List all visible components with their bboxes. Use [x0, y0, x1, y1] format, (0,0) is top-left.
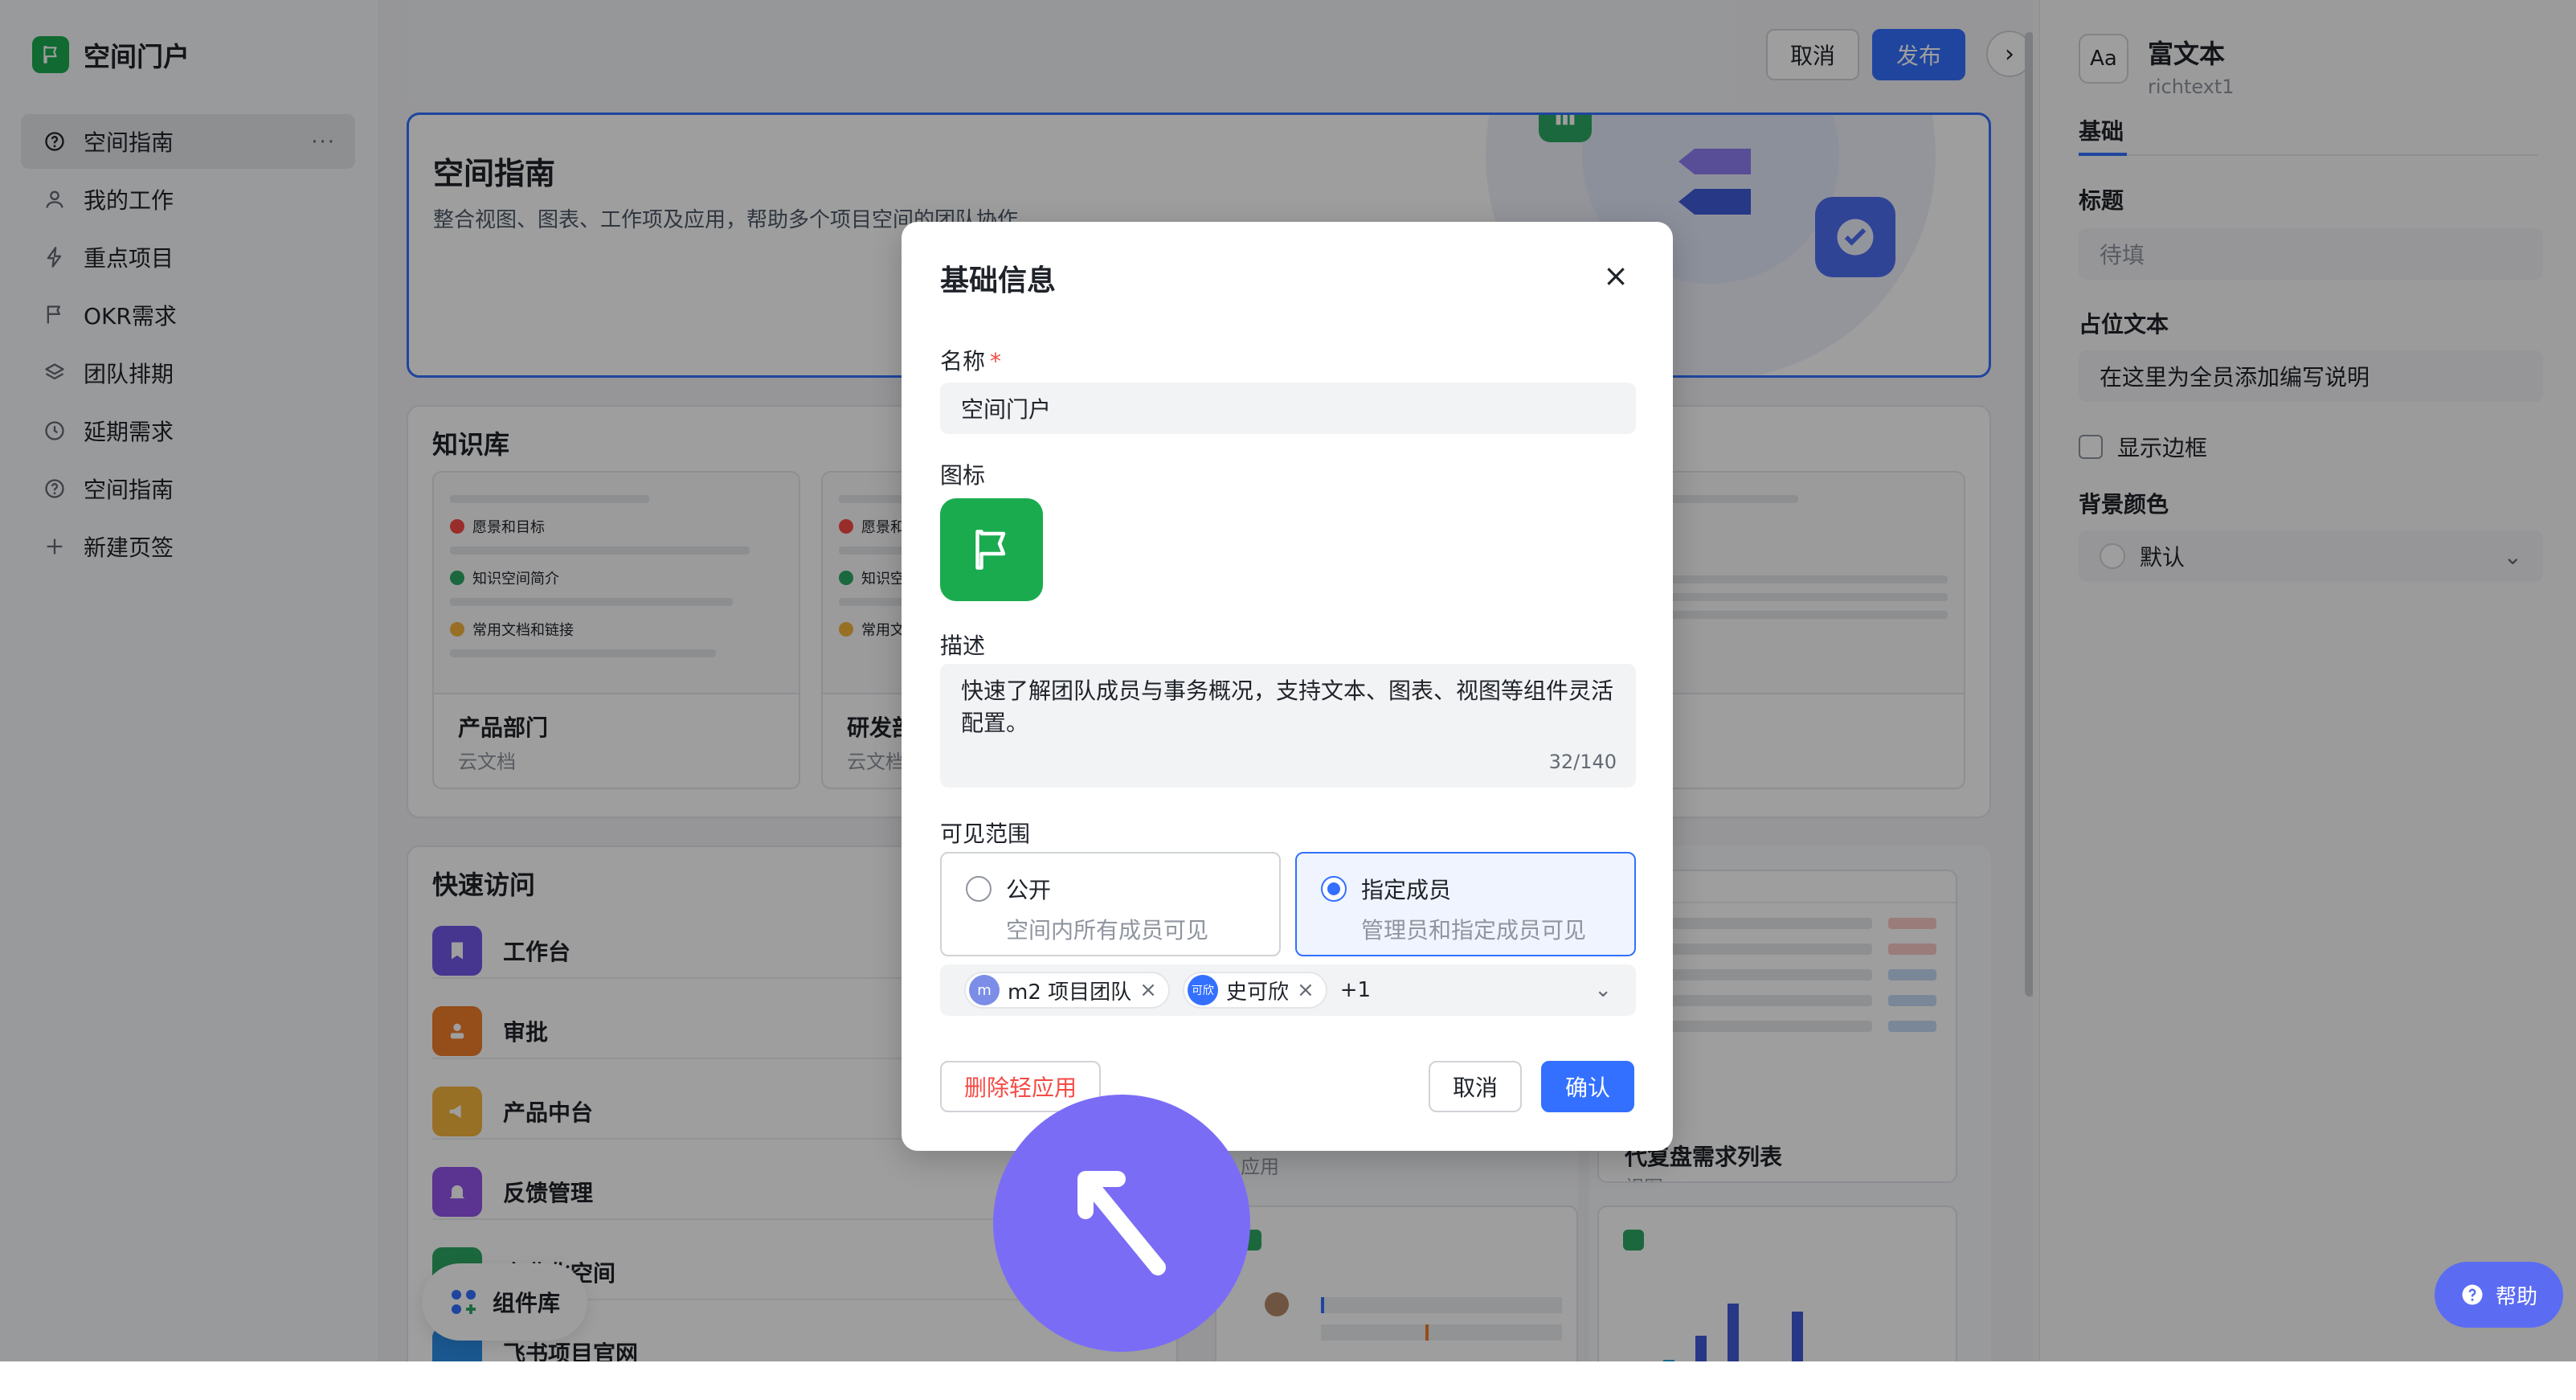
dialog-cancel-button[interactable]: 取消	[1428, 1061, 1522, 1112]
help-button[interactable]: 帮助	[2435, 1262, 2564, 1328]
members-subtitle: 管理员和指定成员可见	[1361, 917, 1587, 944]
description-label: 描述	[940, 632, 986, 659]
visibility-label: 可见范围	[940, 821, 1031, 847]
avatar: m	[969, 975, 1000, 1005]
icon-label: 图标	[940, 462, 986, 489]
basic-info-dialog: 基础信息 × 名称 * 空间门户 图标 描述 快速了解团队成员与事务概况，支持文本…	[902, 222, 1673, 1151]
visibility-public-option[interactable]: 公开 空间内所有成员可见	[940, 852, 1281, 956]
name-input[interactable]: 空间门户	[940, 383, 1636, 434]
member-name: m2 项目团队	[1008, 980, 1132, 1005]
bottom-strip	[0, 1361, 2576, 1400]
name-value: 空间门户	[961, 396, 1052, 423]
close-icon[interactable]: ×	[1602, 260, 1629, 291]
dialog-title: 基础信息	[940, 264, 1057, 297]
member-tag: m m2 项目团队 ×	[964, 972, 1170, 1009]
help-icon	[2462, 1284, 2483, 1305]
dialog-footer-right: 取消 确认	[1428, 1061, 1634, 1112]
description-input[interactable]: 快速了解团队成员与事务概况，支持文本、图表、视图等组件灵活配置。 32/140	[940, 664, 1636, 788]
member-name: 史可欣	[1225, 980, 1289, 1005]
required-mark: *	[990, 348, 1002, 375]
name-label-text: 名称	[940, 348, 986, 375]
avatar: 可欣	[1187, 975, 1218, 1005]
members-title: 指定成员	[1361, 877, 1452, 903]
member-select[interactable]: m m2 项目团队 × 可欣 史可欣 × +1 ⌄	[940, 964, 1636, 1016]
flag-icon[interactable]	[940, 498, 1043, 601]
help-label: 帮助	[2496, 1284, 2538, 1309]
name-label: 名称 *	[940, 344, 1001, 376]
public-subtitle: 空间内所有成员可见	[1006, 917, 1209, 944]
char-counter: 32/140	[1548, 751, 1617, 773]
member-tag: 可欣 史可欣 ×	[1182, 972, 1327, 1009]
remove-tag-icon[interactable]: ×	[1139, 978, 1157, 1002]
radio-members[interactable]	[1321, 876, 1347, 902]
visibility-members-option[interactable]: 指定成员 管理员和指定成员可见	[1295, 852, 1636, 956]
cursor-arrow-icon	[993, 1095, 1250, 1352]
dialog-confirm-button[interactable]: 确认	[1540, 1061, 1634, 1112]
public-title: 公开	[1006, 877, 1052, 903]
remove-tag-icon[interactable]: ×	[1297, 978, 1315, 1002]
description-value: 快速了解团队成员与事务概况，支持文本、图表、视图等组件灵活配置。	[961, 677, 1614, 736]
chevron-down-icon: ⌄	[1594, 978, 1612, 1002]
more-members-count: +1	[1339, 978, 1372, 1002]
radio-public[interactable]	[966, 876, 992, 902]
